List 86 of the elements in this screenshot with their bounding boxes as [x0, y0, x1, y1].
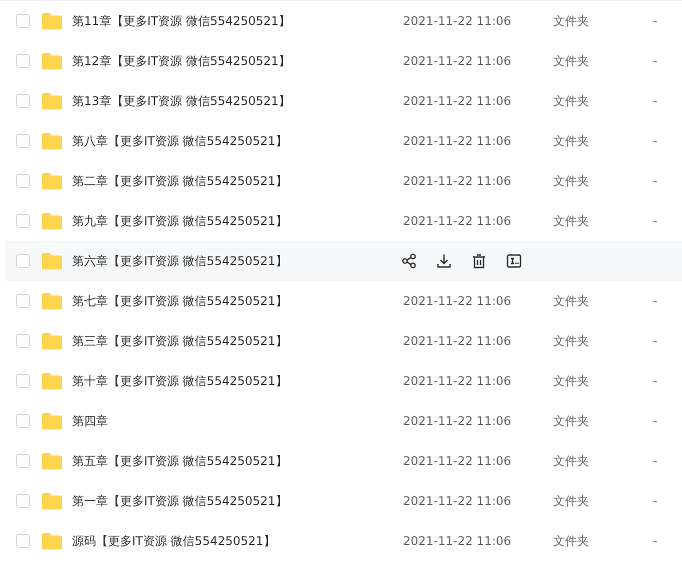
- file-type: 文件夹: [553, 372, 590, 390]
- file-type: 文件夹: [553, 52, 590, 70]
- file-name[interactable]: 第二章【更多IT资源 微信554250521】: [72, 172, 403, 190]
- folder-icon: [41, 252, 63, 270]
- file-name[interactable]: 源码【更多IT资源 微信554250521】: [72, 532, 403, 550]
- modified-date: 2021-11-22 11:06: [403, 494, 512, 508]
- folder-icon: [41, 372, 63, 390]
- file-name[interactable]: 第一章【更多IT资源 微信554250521】: [72, 492, 403, 510]
- modified-date: 2021-11-22 11:06: [403, 534, 512, 548]
- file-name[interactable]: 第八章【更多IT资源 微信554250521】: [72, 132, 403, 150]
- checkbox[interactable]: [16, 534, 30, 548]
- modified-date: 2021-11-22 11:06: [403, 374, 512, 388]
- modified-date: 2021-11-22 11:06: [403, 414, 512, 428]
- rename-icon[interactable]: [506, 253, 522, 269]
- modified-date: 2021-11-22 11:06: [403, 54, 512, 68]
- file-size: -: [653, 494, 658, 508]
- file-size: -: [653, 334, 658, 348]
- checkbox[interactable]: [16, 134, 30, 148]
- checkbox[interactable]: [16, 294, 30, 308]
- file-size: -: [653, 94, 658, 108]
- checkbox[interactable]: [16, 454, 30, 468]
- modified-date: 2021-11-22 11:06: [403, 334, 512, 348]
- file-name[interactable]: 第十章【更多IT资源 微信554250521】: [72, 372, 403, 390]
- folder-icon: [41, 412, 63, 430]
- file-size: -: [653, 214, 658, 228]
- folder-icon: [41, 172, 63, 190]
- file-type: 文件夹: [553, 332, 590, 350]
- row-highlight[interactable]: 第六章【更多IT资源 微信554250521】: [5, 241, 682, 281]
- folder-icon: [41, 212, 63, 230]
- file-type: 文件夹: [553, 92, 590, 110]
- checkbox[interactable]: [16, 334, 30, 348]
- file-type: 文件夹: [553, 452, 590, 470]
- folder-icon: [41, 292, 63, 310]
- file-size: -: [653, 374, 658, 388]
- folder-icon: [41, 452, 63, 470]
- folder-icon: [41, 532, 63, 550]
- checkbox[interactable]: [16, 14, 30, 28]
- checkbox[interactable]: [16, 374, 30, 388]
- file-size: -: [653, 134, 658, 148]
- modified-date: 2021-11-22 11:06: [403, 94, 512, 108]
- file-size: -: [653, 534, 658, 548]
- download-icon[interactable]: [436, 253, 452, 269]
- file-type: 文件夹: [553, 532, 590, 550]
- file-type: 文件夹: [553, 132, 590, 150]
- file-type: 文件夹: [553, 292, 590, 310]
- checkbox[interactable]: [16, 214, 30, 228]
- checkbox[interactable]: [16, 174, 30, 188]
- modified-date: 2021-11-22 11:06: [403, 454, 512, 468]
- folder-icon: [41, 12, 63, 30]
- folder-icon: [41, 52, 63, 70]
- checkbox[interactable]: [16, 54, 30, 68]
- file-name[interactable]: 第五章【更多IT资源 微信554250521】: [72, 452, 403, 470]
- folder-icon: [41, 492, 63, 510]
- file-size: -: [653, 14, 658, 28]
- file-size: -: [653, 414, 658, 428]
- file-type: 文件夹: [553, 492, 590, 510]
- folder-icon: [41, 132, 63, 150]
- file-type: 文件夹: [553, 412, 590, 430]
- folder-icon: [41, 92, 63, 110]
- modified-date: 2021-11-22 11:06: [403, 174, 512, 188]
- file-name[interactable]: 第12章【更多IT资源 微信554250521】: [72, 52, 403, 70]
- file-size: -: [653, 294, 658, 308]
- file-type: 文件夹: [553, 212, 590, 230]
- file-name[interactable]: 第九章【更多IT资源 微信554250521】: [72, 212, 403, 230]
- file-size: -: [653, 174, 658, 188]
- folder-icon: [41, 332, 63, 350]
- checkbox[interactable]: [16, 94, 30, 108]
- file-name[interactable]: 第四章: [72, 412, 403, 430]
- modified-date: 2021-11-22 11:06: [403, 14, 512, 28]
- file-type: 文件夹: [553, 12, 590, 30]
- file-name[interactable]: 第11章【更多IT资源 微信554250521】: [72, 12, 403, 30]
- trash-icon[interactable]: [471, 253, 487, 269]
- checkbox[interactable]: [16, 494, 30, 508]
- file-name[interactable]: 第七章【更多IT资源 微信554250521】: [72, 292, 403, 310]
- modified-date: 2021-11-22 11:06: [403, 294, 512, 308]
- file-name[interactable]: 第13章【更多IT资源 微信554250521】: [72, 92, 403, 110]
- file-size: -: [653, 54, 658, 68]
- modified-date: 2021-11-22 11:06: [403, 214, 512, 228]
- modified-date: 2021-11-22 11:06: [403, 134, 512, 148]
- file-size: -: [653, 454, 658, 468]
- checkbox[interactable]: [16, 254, 30, 268]
- checkbox[interactable]: [16, 414, 30, 428]
- file-type: 文件夹: [553, 172, 590, 190]
- share-icon[interactable]: [401, 253, 417, 269]
- file-name[interactable]: 第六章【更多IT资源 微信554250521】: [72, 252, 403, 270]
- file-name[interactable]: 第三章【更多IT资源 微信554250521】: [72, 332, 403, 350]
